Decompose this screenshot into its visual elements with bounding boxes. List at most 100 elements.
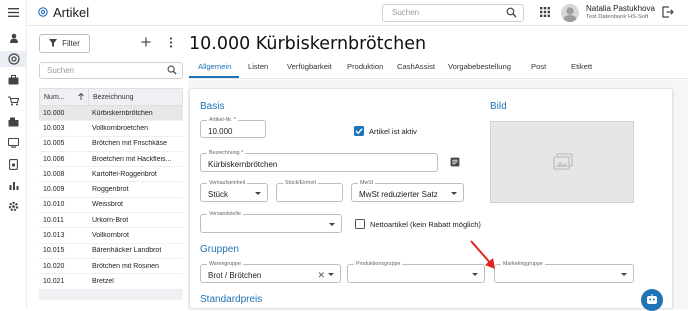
logout-icon[interactable] xyxy=(662,6,674,20)
section-gruppen: Gruppen xyxy=(200,244,239,255)
chevron-down-icon xyxy=(451,192,457,195)
table-row[interactable]: 10.005 Brötchen mit Frischkäse xyxy=(39,137,183,152)
tab-verfuegbarkeit[interactable]: Verfügbarkeit xyxy=(287,62,332,71)
bezeichnung-value: Kürbiskernbrötchen xyxy=(208,160,278,169)
image-icon xyxy=(553,153,573,173)
gear-icon[interactable] xyxy=(0,198,27,214)
warengruppe-value: Brot / Brötchen xyxy=(208,271,262,280)
article-number-cell: 10.013 xyxy=(43,232,65,240)
chart-icon[interactable] xyxy=(0,177,27,193)
add-article-button[interactable] xyxy=(141,35,151,50)
article-name-cell: Urkorn-Brot xyxy=(92,216,129,224)
verkaufseinheit-value: Stück xyxy=(208,190,229,199)
user-database: Test Datenbank HS-Soft xyxy=(586,14,649,20)
article-icon xyxy=(38,5,48,20)
monitor-icon[interactable] xyxy=(0,135,27,151)
detail-tabs: Allgemein Listen Verfügbarkeit Produktio… xyxy=(189,57,688,79)
filter-button[interactable]: Filter xyxy=(39,34,90,53)
article-number-cell: 10.009 xyxy=(43,186,65,194)
table-row[interactable]: 10.003 Vollkornbroetchen xyxy=(39,121,183,137)
bezeichnung-label: Bezeichnung * xyxy=(207,150,246,156)
avatar[interactable] xyxy=(561,4,579,22)
versandstelle-select[interactable]: Versandstelle xyxy=(200,211,342,233)
section-basis: Basis xyxy=(200,101,225,112)
mwst-value: MwSt reduzierter Satz xyxy=(359,190,438,199)
tab-cashassist[interactable]: CashAssist xyxy=(397,62,435,71)
stueck-einheit-field[interactable]: Stück/Einheit xyxy=(276,180,343,202)
list-search-input[interactable]: Suchen xyxy=(39,62,183,79)
search-icon[interactable] xyxy=(167,65,177,80)
verkaufseinheit-select[interactable]: Verkaufseinheit Stück xyxy=(200,180,268,202)
annotation-arrow-icon xyxy=(468,238,498,274)
tab-etikett[interactable]: Etikett xyxy=(571,62,592,71)
table-row[interactable]: 10.009 Roggenbrot xyxy=(39,182,183,198)
notes-icon[interactable] xyxy=(450,157,460,169)
section-bild: Bild xyxy=(490,101,507,112)
menu-icon[interactable] xyxy=(0,4,27,20)
article-number-cell: 10.021 xyxy=(43,277,65,285)
tab-produktion[interactable]: Produktion xyxy=(347,62,383,71)
column-header-number[interactable]: Num... xyxy=(40,89,89,105)
chevron-down-icon xyxy=(329,223,335,226)
artikel-nr-value: 10.000 xyxy=(208,127,233,136)
tab-post[interactable]: Post xyxy=(531,62,546,71)
aktiv-label: Artikel ist aktiv xyxy=(369,127,417,136)
table-row[interactable]: 10.000 Kürbiskernbrötchen xyxy=(39,106,183,122)
cart-icon[interactable] xyxy=(0,93,27,109)
article-number-cell: 10.010 xyxy=(43,201,65,209)
bezeichnung-field[interactable]: Bezeichnung * Kürbiskernbrötchen xyxy=(200,150,438,172)
user-name: Natalia Pastukhova xyxy=(586,4,655,13)
article-name-cell: Vollkornbrot xyxy=(92,232,129,240)
nettoartikel-checkbox[interactable] xyxy=(355,219,365,229)
warengruppe-select[interactable]: Warengruppe Brot / Brötchen ✕ xyxy=(200,261,341,283)
person-icon[interactable] xyxy=(0,30,27,46)
table-row[interactable]: 10.006 Broetchen mit Hackfleis... xyxy=(39,152,183,168)
apps-grid-icon[interactable] xyxy=(540,7,550,19)
table-row[interactable]: 10.015 Bärenhäcker Landbrot xyxy=(39,244,183,259)
column-header-name[interactable]: Bezeichnung xyxy=(89,94,133,101)
table-row[interactable]: 10.008 Kartoffel-Roggenbrot xyxy=(39,167,183,183)
table-row[interactable]: 10.013 Vollkornbrot xyxy=(39,228,183,244)
chevron-down-icon xyxy=(621,273,627,276)
mwst-select[interactable]: MwSt MwSt reduzierter Satz xyxy=(351,180,464,202)
article-number-cell: 10.020 xyxy=(43,262,65,270)
table-header: Num... Bezeichnung xyxy=(39,88,183,106)
phone-icon[interactable] xyxy=(0,156,27,172)
table-row[interactable]: 10.021 Bretzel xyxy=(39,274,183,290)
list-search-placeholder: Suchen xyxy=(47,66,75,75)
image-placeholder[interactable] xyxy=(490,121,634,203)
article-number-cell: 10.003 xyxy=(43,124,65,132)
table-row[interactable]: 10.010 Weissbrot xyxy=(39,198,183,214)
filter-label: Filter xyxy=(62,39,80,48)
sort-arrow-up-icon[interactable] xyxy=(78,92,84,102)
register-icon[interactable] xyxy=(0,114,27,130)
filter-icon xyxy=(49,38,58,49)
marketinggruppe-label: Marketinggruppe xyxy=(501,261,545,267)
article-number-cell: 10.005 xyxy=(43,140,65,148)
mwst-label: MwSt xyxy=(358,180,376,186)
table-body: 10.000 Kürbiskernbrötchen 10.003 Vollkornbr… xyxy=(39,106,183,290)
nettoartikel-label: Nettoartikel (kein Rabatt möglich) xyxy=(370,220,481,229)
article-icon[interactable] xyxy=(0,51,27,67)
article-name-cell: Bärenhäcker Landbrot xyxy=(92,247,162,255)
more-options-icon[interactable] xyxy=(169,37,173,50)
table-footer xyxy=(39,289,183,300)
table-row[interactable]: 10.020 Brötchen mit Rosinen xyxy=(39,259,183,275)
marketinggruppe-select[interactable]: Marketinggruppe xyxy=(494,261,634,283)
article-number-cell: 10.011 xyxy=(43,216,64,224)
tab-allgemein[interactable]: Allgemein xyxy=(198,62,231,71)
article-number-cell: 10.000 xyxy=(43,109,65,117)
global-search-input[interactable]: Suchen xyxy=(382,4,524,22)
tab-vorgabebestellung[interactable]: Vorgabebestellung xyxy=(448,62,511,71)
artikel-nr-field[interactable]: Artikel-Nr. * 10.000 xyxy=(200,117,266,138)
aktiv-checkbox[interactable] xyxy=(354,126,364,136)
table-row[interactable]: 10.011 Urkorn-Brot xyxy=(39,213,183,229)
briefcase-icon[interactable] xyxy=(0,72,27,88)
chevron-down-icon xyxy=(255,192,261,195)
chat-bot-button[interactable] xyxy=(641,289,663,311)
produktionsgruppe-select[interactable]: Produktionsgruppe xyxy=(347,261,485,283)
search-icon[interactable] xyxy=(506,7,517,24)
clear-icon[interactable]: ✕ xyxy=(317,270,325,281)
tab-listen[interactable]: Listen xyxy=(248,62,268,71)
page-title: 10.000 Kürbiskernbrötchen xyxy=(189,34,427,54)
